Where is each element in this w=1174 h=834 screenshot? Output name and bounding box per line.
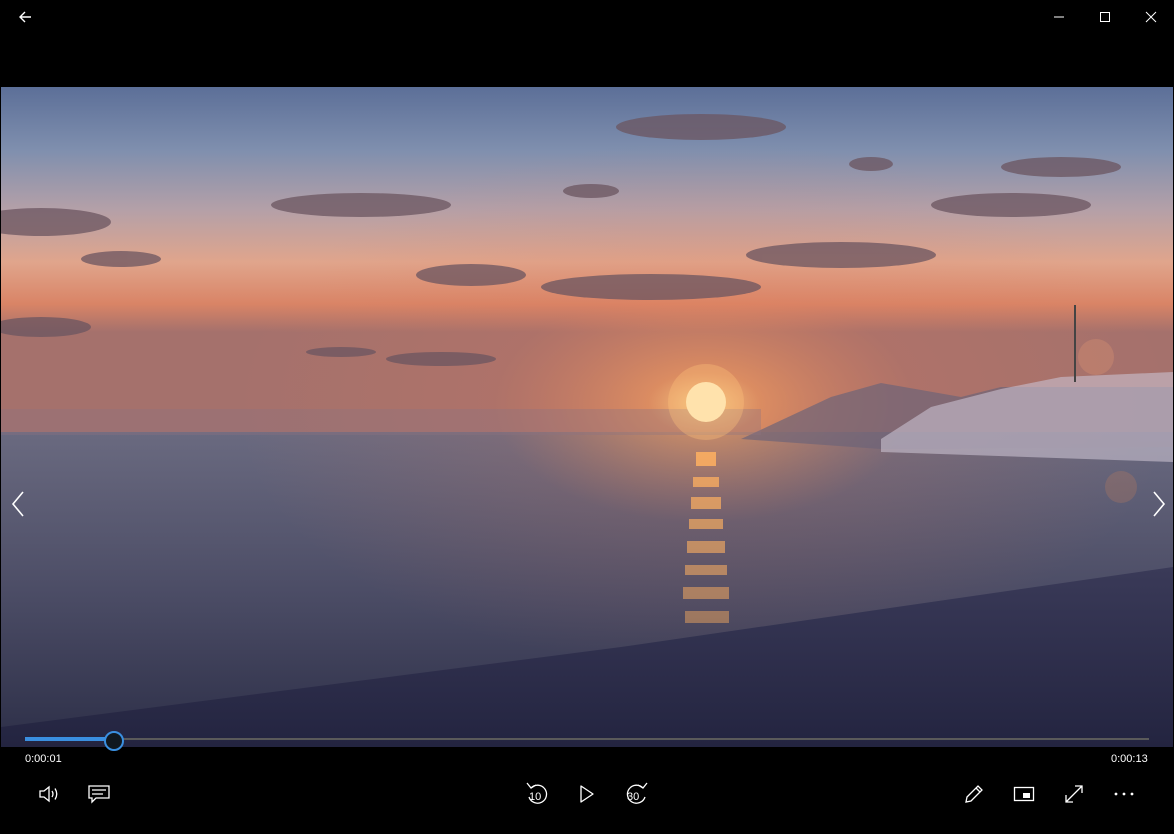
title-bar bbox=[0, 0, 1174, 34]
seek-bar[interactable] bbox=[25, 731, 1149, 751]
skip-forward-label: 30 bbox=[627, 791, 640, 803]
chevron-right-icon bbox=[1153, 491, 1166, 517]
skip-back-button[interactable]: 10 bbox=[517, 776, 557, 812]
back-button[interactable] bbox=[4, 0, 46, 34]
current-time: 0:00:01 bbox=[25, 753, 62, 765]
edit-button[interactable] bbox=[954, 776, 994, 812]
seek-thumb[interactable] bbox=[104, 731, 124, 751]
volume-button[interactable] bbox=[30, 776, 70, 812]
speaker-icon bbox=[39, 785, 58, 803]
chevron-left-icon bbox=[11, 491, 24, 517]
mini-view-icon bbox=[1013, 786, 1035, 802]
captions-icon bbox=[88, 785, 110, 804]
minimize-icon bbox=[1054, 16, 1064, 18]
sunset-video-image bbox=[1, 87, 1173, 747]
video-frame[interactable] bbox=[1, 87, 1173, 747]
fullscreen-icon bbox=[1065, 785, 1083, 803]
seek-track[interactable] bbox=[25, 738, 1149, 740]
skip-forward-button[interactable]: 30 bbox=[617, 776, 657, 812]
close-button[interactable] bbox=[1128, 0, 1174, 34]
back-arrow-icon bbox=[19, 11, 31, 23]
more-icon bbox=[1114, 792, 1134, 796]
maximize-icon bbox=[1100, 12, 1110, 22]
fullscreen-button[interactable] bbox=[1054, 776, 1094, 812]
minimize-button[interactable] bbox=[1036, 0, 1082, 34]
close-icon bbox=[1145, 11, 1157, 23]
total-time: 0:00:13 bbox=[1111, 753, 1148, 765]
captions-button[interactable] bbox=[79, 776, 119, 812]
pencil-icon bbox=[965, 785, 983, 803]
seek-progress bbox=[25, 737, 113, 741]
play-button[interactable] bbox=[567, 776, 607, 812]
previous-button[interactable] bbox=[3, 487, 33, 521]
mini-view-button[interactable] bbox=[1004, 776, 1044, 812]
next-button[interactable] bbox=[1144, 487, 1173, 521]
play-icon bbox=[580, 785, 594, 803]
maximize-button[interactable] bbox=[1082, 0, 1128, 34]
skip-back-label: 10 bbox=[529, 791, 542, 803]
video-player-window: 0:00:01 0:00:13 10 30 bbox=[0, 0, 1174, 834]
more-button[interactable] bbox=[1104, 776, 1144, 812]
